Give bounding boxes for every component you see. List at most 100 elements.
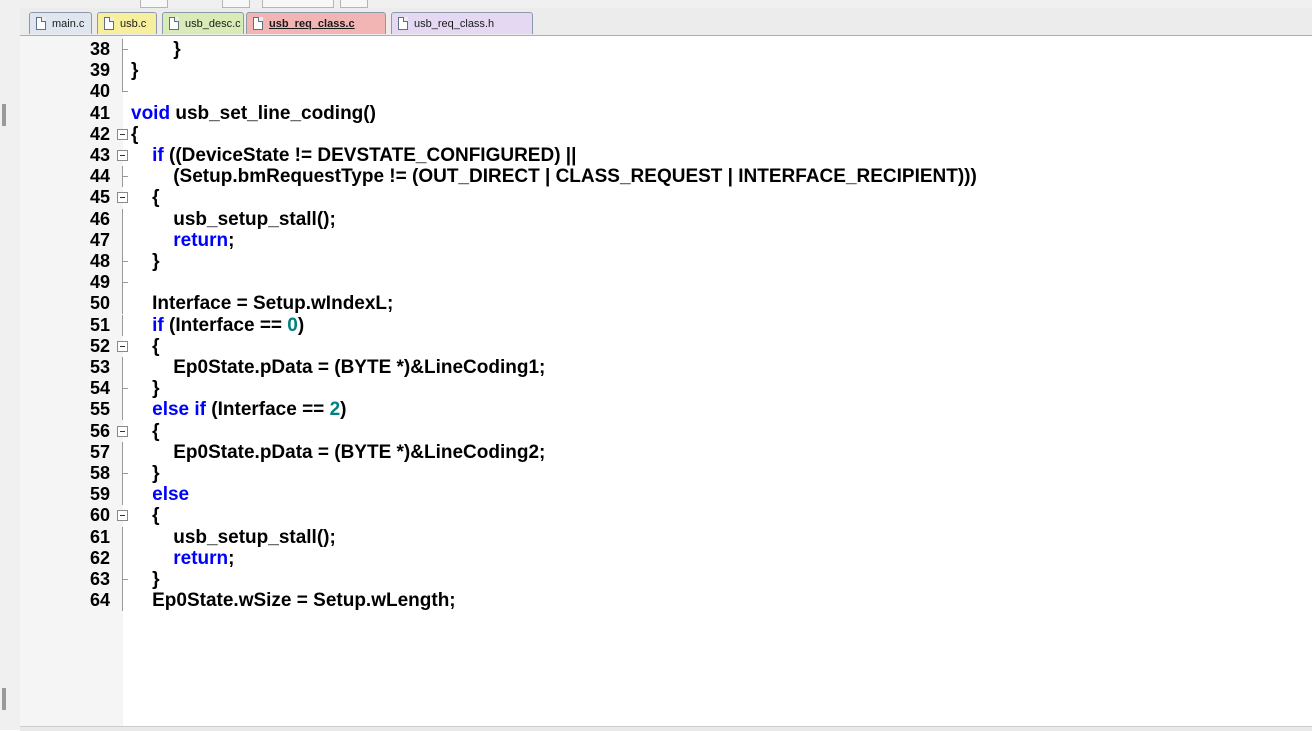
code-text[interactable]: {	[131, 124, 138, 145]
code-token: }	[131, 60, 139, 82]
fold-guide	[116, 547, 129, 569]
tab-label: usb_req_class.h	[414, 17, 495, 30]
code-line: 62 return;	[20, 547, 1312, 569]
tab-usb-c[interactable]: usb.c	[97, 12, 157, 34]
code-token: ((DeviceState != DEVSTATE_CONFIGURED) ||	[163, 145, 577, 166]
code-line: 49	[20, 272, 1312, 294]
code-text[interactable]: {	[131, 420, 160, 442]
code-token: ;	[228, 547, 235, 569]
toolbar-button[interactable]	[340, 0, 368, 8]
line-number: 61	[89, 526, 110, 547]
code-token: }	[131, 569, 160, 590]
code-line: 60 {	[20, 505, 1312, 526]
code-text[interactable]: Ep0State.pData = (BYTE *)&LineCoding2;	[131, 442, 545, 463]
fold-toggle-icon[interactable]	[116, 336, 129, 357]
fold-toggle-icon[interactable]	[116, 505, 129, 526]
tab-label: usb_req_class.c	[269, 17, 355, 30]
code-text[interactable]: {	[131, 505, 160, 527]
code-line: 61 usb_setup_stall();	[20, 526, 1312, 548]
tab-usb-req-class-h[interactable]: usb_req_class.h	[391, 12, 533, 34]
code-text[interactable]: else	[131, 484, 189, 505]
code-text[interactable]: (Setup.bmRequestType != (OUT_DIRECT | CL…	[131, 166, 977, 187]
code-line: 41 void usb_set_line_coding()	[20, 103, 1312, 124]
code-token: {	[131, 123, 139, 145]
code-text[interactable]: {	[131, 336, 159, 357]
code-text[interactable]: {	[131, 187, 160, 209]
code-token: }	[131, 251, 160, 272]
code-token: }	[131, 463, 160, 484]
fold-toggle-icon[interactable]	[116, 421, 129, 442]
code-text[interactable]: Interface = Setup.wIndexL;	[131, 293, 393, 314]
code-keyword: return	[173, 229, 229, 251]
code-number: 2	[329, 399, 341, 421]
code-keyword: if	[152, 145, 164, 166]
code-keyword: if	[152, 314, 164, 336]
fold-guide	[116, 293, 129, 315]
code-text[interactable]: if (Interface == 0)	[131, 315, 304, 336]
code-line: 39}	[20, 60, 1312, 82]
tab-label: usb_desc.c	[185, 17, 241, 30]
panel-marker	[2, 104, 6, 126]
code-text[interactable]: else if (Interface == 2)	[131, 399, 346, 420]
code-token: {	[131, 505, 160, 527]
line-number: 64	[89, 590, 110, 611]
code-text[interactable]: return;	[131, 230, 234, 251]
code-text[interactable]: return;	[131, 548, 234, 569]
fold-guide	[116, 441, 129, 463]
tab-label: main.c	[52, 17, 85, 30]
fold-toggle-icon[interactable]	[116, 124, 129, 145]
fold-guide	[116, 484, 129, 506]
line-number: 54	[89, 378, 110, 399]
code-text[interactable]: void usb_set_line_coding()	[131, 103, 376, 124]
code-line: 55 else if (Interface == 2)	[20, 399, 1312, 421]
code-text[interactable]: }	[131, 463, 160, 484]
code-text[interactable]: }	[131, 251, 160, 272]
tab-usb-desc-c[interactable]: usb_desc.c	[162, 12, 244, 34]
line-number: 48	[89, 251, 110, 271]
code-line: 58 }	[20, 463, 1312, 484]
fold-guide	[116, 81, 129, 102]
fold-guide	[116, 399, 129, 421]
code-line: 44 (Setup.bmRequestType != (OUT_DIRECT |…	[20, 166, 1312, 188]
code-text[interactable]: Ep0State.wSize = Setup.wLength;	[131, 590, 456, 611]
file-tab-bar: main.c usb.c usb_desc.c usb_req_class.c usb_…	[20, 8, 1312, 36]
code-token: {	[131, 187, 160, 209]
file-icon	[36, 17, 46, 30]
code-text[interactable]: }	[131, 569, 160, 590]
code-line: 53 Ep0State.pData = (BYTE *)&LineCoding1…	[20, 357, 1312, 378]
code-text[interactable]: }	[131, 39, 181, 60]
toolbar-button[interactable]	[140, 0, 168, 8]
tab-usb-req-class-c[interactable]: usb_req_class.c	[246, 12, 386, 34]
line-number: 60	[89, 505, 110, 526]
horizontal-scrollbar[interactable]	[20, 726, 1312, 731]
code-text[interactable]: }	[131, 60, 138, 81]
code-text[interactable]: usb_setup_stall();	[131, 527, 336, 548]
code-line: 48 }	[20, 251, 1312, 272]
fold-guide	[116, 357, 129, 378]
fold-guide	[116, 229, 129, 251]
toolbar-field[interactable]	[262, 0, 334, 8]
tab-main-c[interactable]: main.c	[29, 12, 92, 34]
fold-guide	[116, 378, 129, 400]
tab-label: usb.c	[120, 17, 147, 30]
fold-guide	[116, 208, 129, 230]
code-text[interactable]: usb_setup_stall();	[131, 209, 336, 230]
code-line: 51 if (Interface == 0)	[20, 314, 1312, 336]
code-keyword: else	[152, 484, 190, 506]
code-token: {	[131, 420, 160, 442]
code-text[interactable]: if ((DeviceState != DEVSTATE_CONFIGURED)…	[131, 145, 576, 166]
code-token: Ep0State.pData = (BYTE *)&LineCoding2;	[131, 441, 546, 463]
toolbar-button[interactable]	[222, 0, 250, 8]
code-editor[interactable]: 38 } 39} 40 41 void usb_set_line_coding() 42{…	[20, 36, 1312, 730]
fold-toggle-icon[interactable]	[116, 187, 129, 208]
fold-toggle-icon[interactable]	[116, 145, 129, 166]
code-token: Interface = Setup.wIndexL;	[131, 293, 394, 315]
code-token: }	[131, 39, 181, 60]
code-line: 57 Ep0State.pData = (BYTE *)&LineCoding2…	[20, 441, 1312, 463]
line-number: 46	[89, 208, 110, 229]
code-text[interactable]: Ep0State.pData = (BYTE *)&LineCoding1;	[131, 357, 545, 378]
code-text[interactable]: }	[131, 378, 159, 399]
fold-guide	[116, 463, 129, 484]
code-line: 38 }	[20, 39, 1312, 60]
